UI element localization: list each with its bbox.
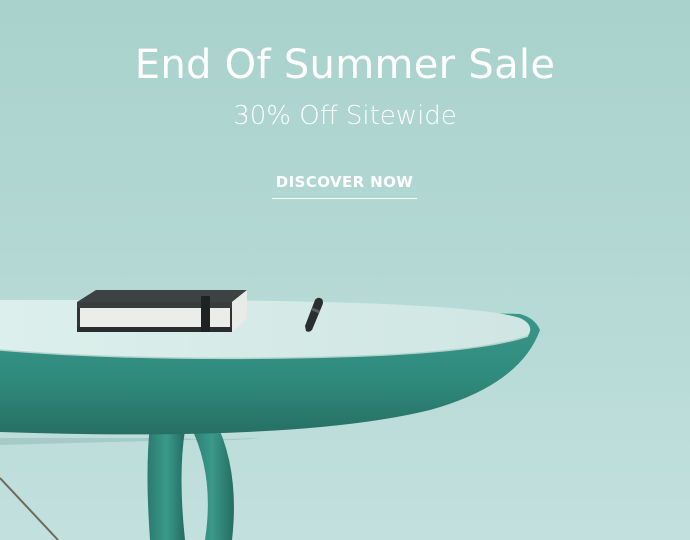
promo-banner[interactable]: End Of Summer Sale 30% Off Sitewide DISC…: [0, 0, 690, 540]
notebook-image: [77, 290, 247, 332]
discover-now-link[interactable]: DISCOVER NOW: [272, 172, 417, 199]
headline: End Of Summer Sale: [134, 42, 556, 88]
subheadline: 30% Off Sitewide: [233, 101, 457, 131]
table-leg: [190, 420, 234, 540]
table-leg: [147, 425, 185, 540]
